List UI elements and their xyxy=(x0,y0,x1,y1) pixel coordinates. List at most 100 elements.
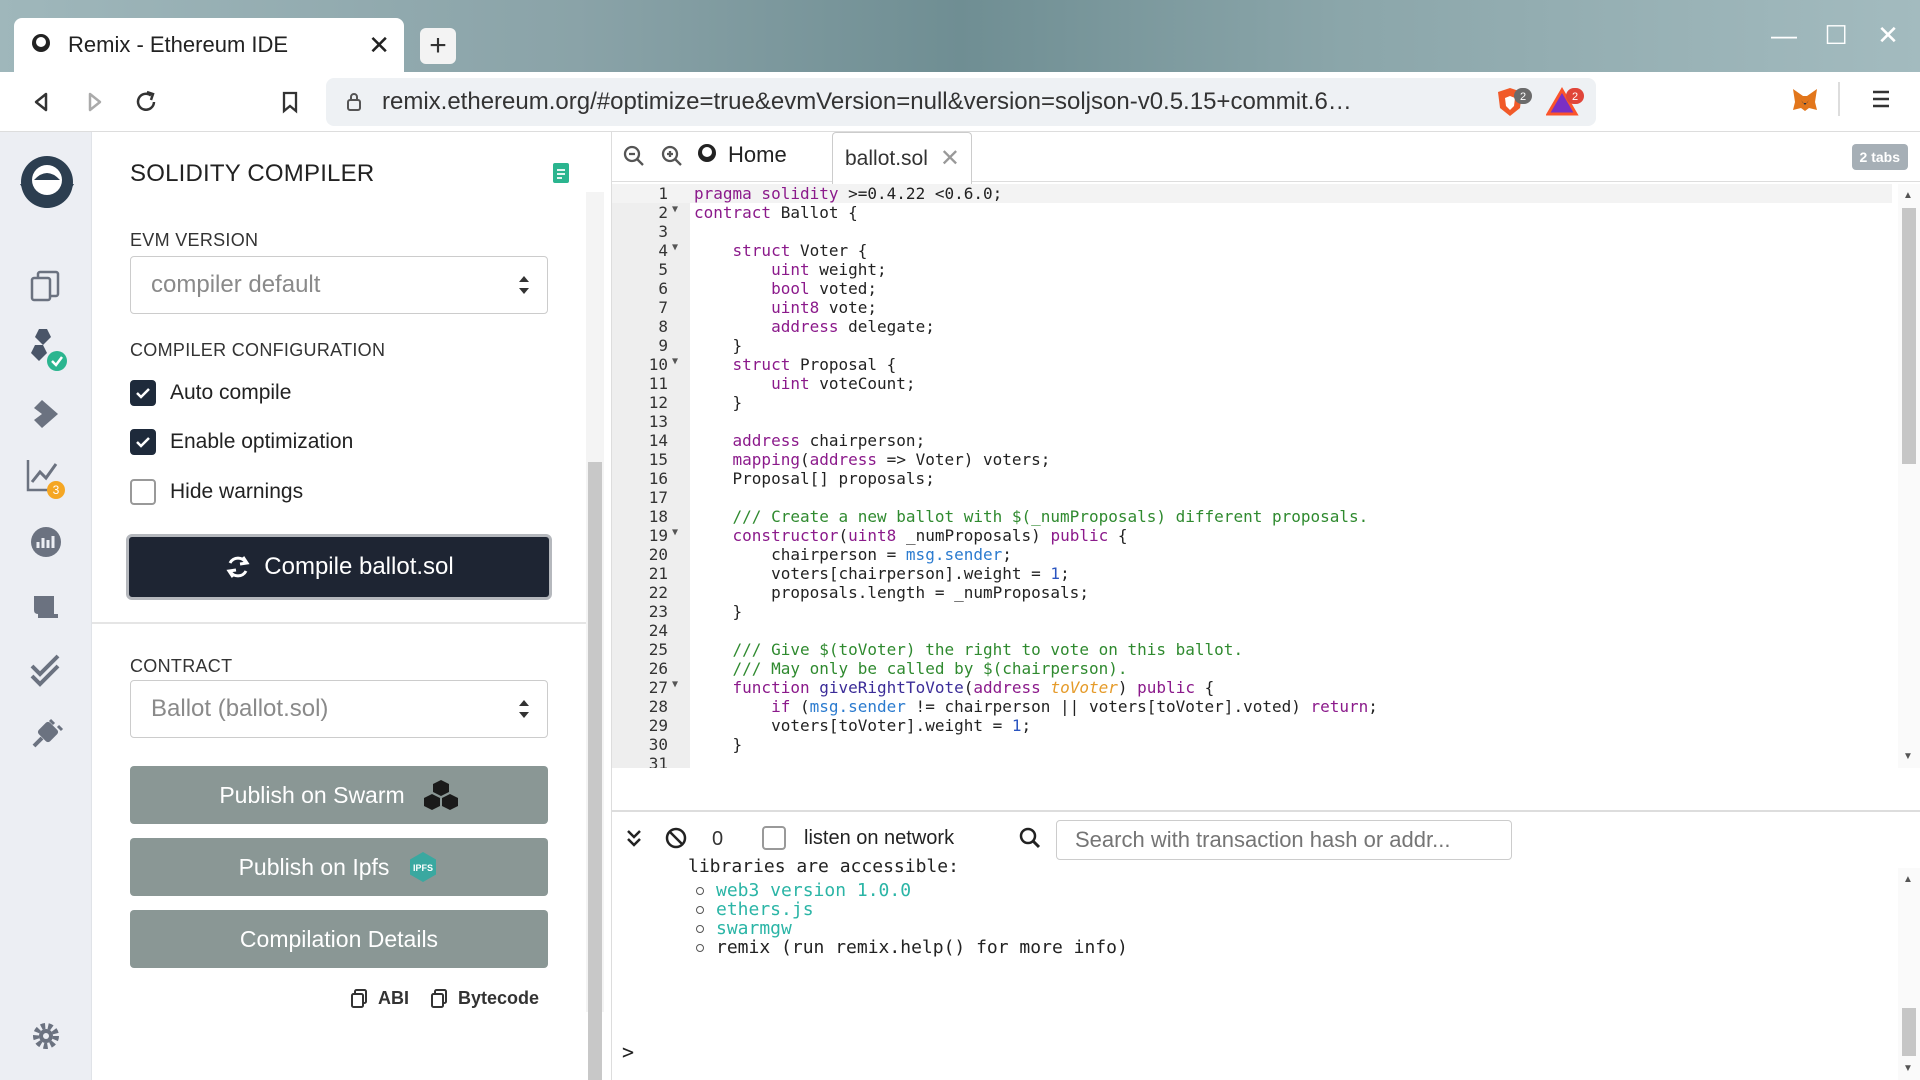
terminal-link[interactable]: ethers.js xyxy=(716,899,814,920)
fold-toggle-icon[interactable]: ▼ xyxy=(672,356,678,367)
scrollbar-thumb[interactable] xyxy=(588,462,602,1080)
code-line[interactable]: 2 ▼ contract Ballot { xyxy=(612,203,1892,222)
documentation-icon[interactable] xyxy=(552,162,570,184)
browser-tab[interactable]: Remix - Ethereum IDE ✕ xyxy=(14,18,404,72)
file-explorer-icon[interactable] xyxy=(18,258,74,314)
menu-icon[interactable] xyxy=(1870,88,1892,115)
code-line[interactable]: 30 } xyxy=(612,735,1892,754)
compile-button[interactable]: Compile ballot.sol xyxy=(126,534,552,600)
code-line[interactable]: 3 xyxy=(612,222,1892,241)
brave-rewards-icon[interactable]: 2 xyxy=(1545,86,1586,125)
code-line[interactable]: 14 address chairperson; xyxy=(612,431,1892,450)
home-tab[interactable]: Home xyxy=(694,142,787,168)
clear-console-icon[interactable] xyxy=(664,826,688,850)
file-tab-ballot[interactable]: ballot.sol ✕ xyxy=(832,132,972,184)
publish-swarm-button[interactable]: Publish on Swarm xyxy=(130,766,548,824)
publish-ipfs-button[interactable]: Publish on Ipfs IPFS xyxy=(130,838,548,896)
auto-compile-checkbox[interactable]: Auto compile xyxy=(130,380,291,406)
scroll-up-icon[interactable]: ▲ xyxy=(1903,874,1913,885)
code-line[interactable]: 18 /// Create a new ballot with $(_numPr… xyxy=(612,507,1892,526)
plugin-manager-icon[interactable] xyxy=(18,706,74,762)
close-window-icon[interactable]: ✕ xyxy=(1868,20,1908,51)
test-checks-icon[interactable] xyxy=(18,642,74,698)
scroll-up-icon[interactable]: ▲ xyxy=(1903,190,1913,201)
panel-scrollbar[interactable] xyxy=(586,192,604,1080)
new-tab-button[interactable]: + xyxy=(420,28,456,64)
solidity-compiler-icon[interactable] xyxy=(18,322,74,378)
code-line[interactable]: 1 pragma solidity >=0.4.22 <0.6.0; xyxy=(612,184,1892,203)
maximize-icon[interactable]: ☐ xyxy=(1816,20,1856,51)
transaction-search-input[interactable] xyxy=(1056,820,1512,860)
abi-copy-button[interactable]: ABI xyxy=(350,988,409,1009)
bytecode-copy-button[interactable]: Bytecode xyxy=(430,988,539,1009)
compilation-details-button[interactable]: Compilation Details xyxy=(130,910,548,968)
reload-icon[interactable] xyxy=(126,82,166,122)
settings-gear-icon[interactable] xyxy=(18,1008,74,1064)
close-tab-icon[interactable]: ✕ xyxy=(940,144,960,173)
code-line[interactable]: 13 xyxy=(612,412,1892,431)
remix-logo-icon[interactable] xyxy=(12,152,82,222)
listen-network-checkbox[interactable]: listen on network xyxy=(762,826,954,850)
code-line[interactable]: 12 } xyxy=(612,393,1892,412)
minimize-terminal-icon[interactable] xyxy=(624,826,644,850)
code-line[interactable]: 5 uint weight; xyxy=(612,260,1892,279)
code-line[interactable]: 11 uint voteCount; xyxy=(612,374,1892,393)
code-line[interactable]: 29 voters[toVoter].weight = 1; xyxy=(612,716,1892,735)
debugger-icon[interactable] xyxy=(18,514,74,570)
code-line[interactable]: 4 ▼ struct Voter { xyxy=(612,241,1892,260)
minimize-icon[interactable]: — xyxy=(1764,20,1804,51)
contract-select[interactable]: Ballot (ballot.sol) xyxy=(130,680,548,738)
deploy-run-icon[interactable] xyxy=(18,386,74,442)
bookmark-icon[interactable] xyxy=(270,82,310,122)
fold-toggle-icon[interactable]: ▼ xyxy=(672,527,678,538)
tab-count-badge[interactable]: 2 tabs xyxy=(1851,144,1908,170)
code-line[interactable]: 20 chairperson = msg.sender; xyxy=(612,545,1892,564)
fold-toggle-icon[interactable]: ▼ xyxy=(672,204,678,215)
remix-home-icon xyxy=(698,144,716,162)
code-line[interactable]: 16 Proposal[] proposals; xyxy=(612,469,1892,488)
forward-icon[interactable] xyxy=(74,82,114,122)
code-line[interactable]: 31 xyxy=(612,754,1892,768)
analytics-icon[interactable]: 3 xyxy=(18,450,74,506)
code-line[interactable]: 19 ▼ constructor(uint8 _numProposals) pub… xyxy=(612,526,1892,545)
scroll-down-icon[interactable]: ▼ xyxy=(1903,751,1913,762)
code-line[interactable]: 26 /// May only be called by $(chairpers… xyxy=(612,659,1892,678)
code-line[interactable]: 6 bool voted; xyxy=(612,279,1892,298)
scrollbar-thumb[interactable] xyxy=(1902,1008,1916,1056)
terminal-link[interactable]: web3 version 1.0.0 xyxy=(716,880,911,901)
back-icon[interactable] xyxy=(22,82,62,122)
code-line[interactable]: 22 proposals.length = _numProposals; xyxy=(612,583,1892,602)
enable-optimization-checkbox[interactable]: Enable optimization xyxy=(130,429,353,455)
terminal-scrollbar[interactable]: ▲ ▼ xyxy=(1898,868,1920,1080)
metamask-icon[interactable] xyxy=(1790,86,1820,119)
evm-version-select[interactable]: compiler default xyxy=(130,256,548,314)
hide-warnings-checkbox[interactable]: Hide warnings xyxy=(130,479,303,505)
code-line[interactable]: 23 } xyxy=(612,602,1892,621)
tab-close-icon[interactable]: ✕ xyxy=(368,30,390,61)
scroll-icon[interactable] xyxy=(18,578,74,634)
address-bar[interactable]: remix.ethereum.org/#optimize=true&evmVer… xyxy=(326,78,1596,126)
terminal-prompt[interactable]: > xyxy=(622,1040,634,1064)
code-line[interactable]: 21 voters[chairperson].weight = 1; xyxy=(612,564,1892,583)
code-line[interactable]: 25 /// Give $(toVoter) the right to vote… xyxy=(612,640,1892,659)
scrollbar-thumb[interactable] xyxy=(1902,208,1916,464)
fold-toggle-icon[interactable]: ▼ xyxy=(672,242,678,253)
fold-toggle-icon[interactable]: ▼ xyxy=(672,679,678,690)
code-line[interactable]: 15 mapping(address => Voter) voters; xyxy=(612,450,1892,469)
code-line[interactable]: 8 address delegate; xyxy=(612,317,1892,336)
editor-scrollbar[interactable]: ▲ ▼ xyxy=(1898,184,1920,768)
code-line[interactable]: 28 if (msg.sender != chairperson || vote… xyxy=(612,697,1892,716)
code-editor[interactable]: 1 pragma solidity >=0.4.22 <0.6.0; 2 ▼ contr… xyxy=(612,184,1920,768)
code-line[interactable]: 24 xyxy=(612,621,1892,640)
code-line[interactable]: 7 uint8 vote; xyxy=(612,298,1892,317)
code-line[interactable]: 27 ▼ function giveRightToVote(address toV… xyxy=(612,678,1892,697)
zoom-out-icon[interactable] xyxy=(622,144,646,168)
line-number: 27 xyxy=(648,678,668,697)
code-line[interactable]: 10 ▼ struct Proposal { xyxy=(612,355,1892,374)
code-line[interactable]: 9 } xyxy=(612,336,1892,355)
scroll-down-icon[interactable]: ▼ xyxy=(1903,1063,1913,1074)
brave-shields-icon[interactable]: 2 xyxy=(1494,86,1534,125)
terminal-link[interactable]: swarmgw xyxy=(716,918,792,939)
code-line[interactable]: 17 xyxy=(612,488,1892,507)
zoom-in-icon[interactable] xyxy=(660,144,684,168)
